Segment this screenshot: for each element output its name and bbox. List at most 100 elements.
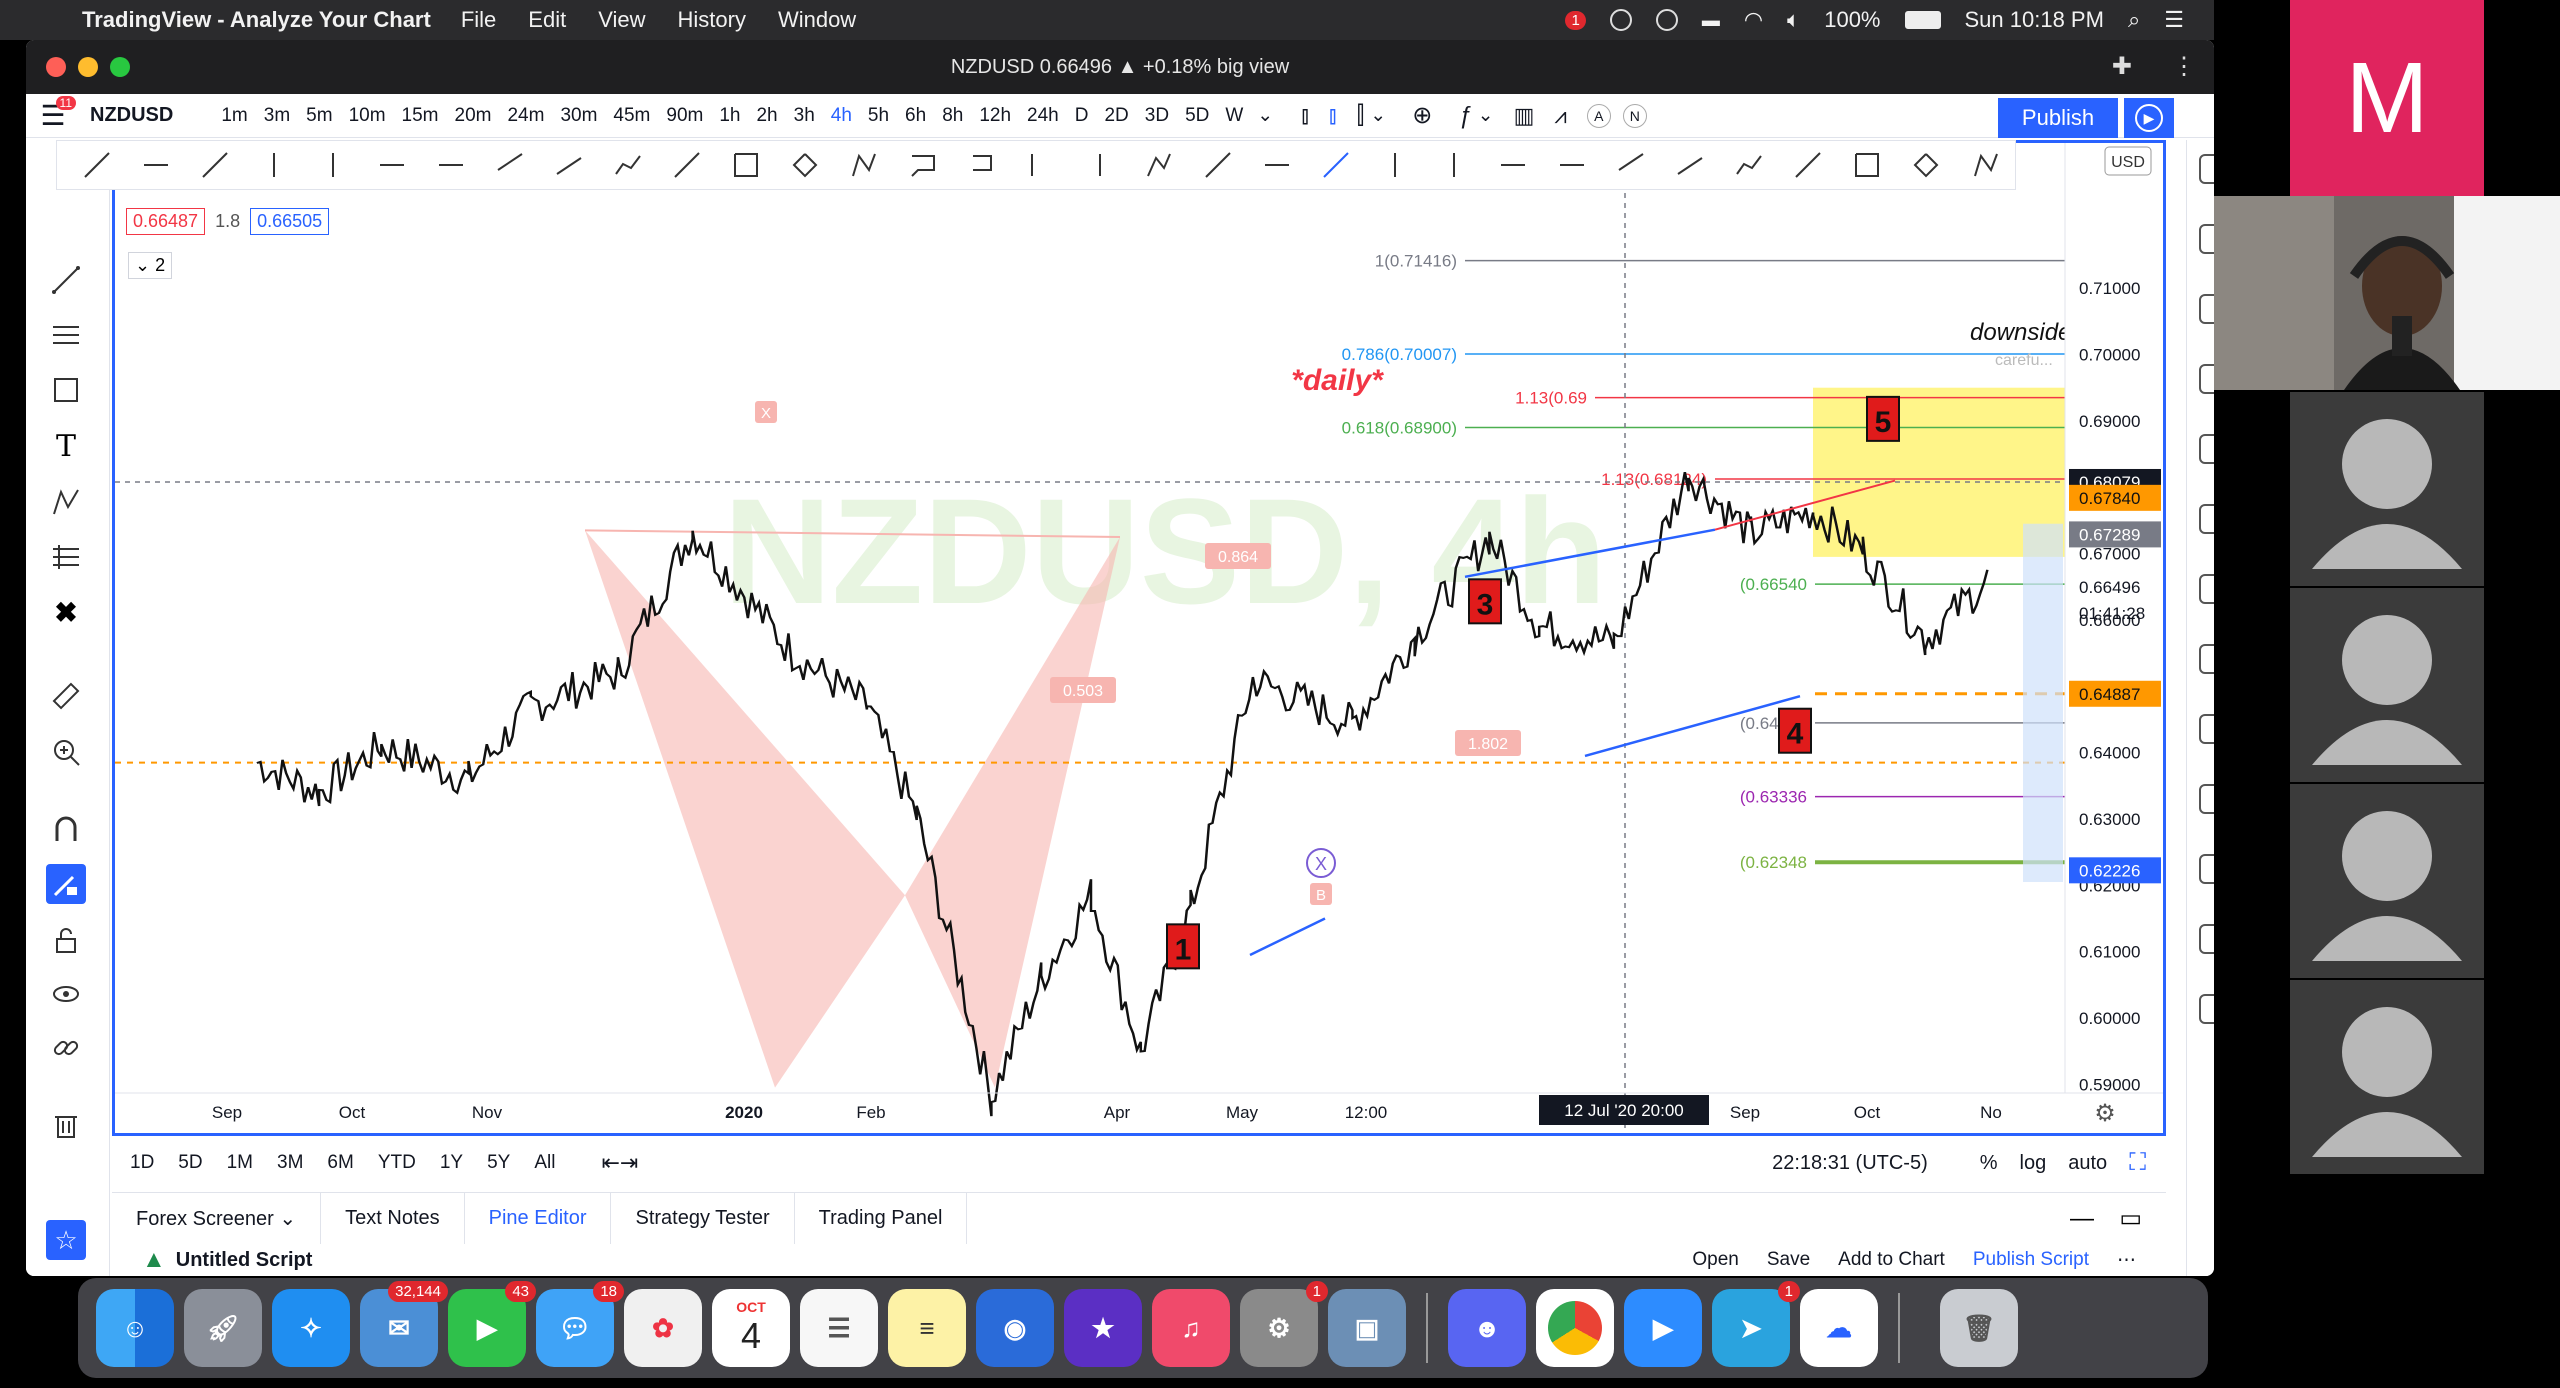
menu-file[interactable]: File [461,7,496,33]
ideas-icon[interactable] [2199,504,2214,534]
extensions-icon[interactable]: ✚ [2112,52,2132,81]
arrow-tool-icon[interactable] [657,145,716,185]
creative-cloud-icon[interactable] [1609,9,1632,31]
templates-icon[interactable]: ⩘ [1554,103,1566,129]
reminders-icon[interactable]: ☰ [800,1289,878,1367]
zoom-in-icon[interactable] [46,732,86,772]
fib-tool-icon[interactable] [46,316,86,356]
ellipse-tool-icon[interactable] [775,145,834,185]
indicators-icon[interactable]: ƒ [1458,102,1471,130]
zoom-app-icon[interactable]: ▶ [1624,1289,1702,1367]
elliott-impulse-tool-icon[interactable] [1602,145,1661,185]
music-icon[interactable]: ♫ [1152,1289,1230,1367]
interval-d[interactable]: D [1067,105,1097,127]
flag-tool-icon[interactable] [1012,145,1071,185]
callout-tool-icon[interactable] [893,145,952,185]
interval-2d[interactable]: 2D [1096,105,1136,127]
volume-icon[interactable]: 🔈︎ [1787,7,1800,33]
trend-line-tool-icon[interactable] [67,145,126,185]
horizontal-ray-tool-icon[interactable] [126,145,185,185]
financials-icon[interactable]: ▥ [1514,103,1535,129]
prediction-tool-icon[interactable] [46,536,86,576]
interval-8h[interactable]: 8h [934,105,971,127]
link-icon[interactable] [46,1028,86,1068]
range-3m[interactable]: 3M [265,1152,315,1174]
quicktime-icon[interactable]: ◉ [976,1289,1054,1367]
chart-type-dropdown-icon[interactable]: ⌄ [1370,104,1386,127]
discord-icon[interactable]: ☻ [1448,1289,1526,1367]
range-5d[interactable]: 5D [166,1152,214,1174]
zoom-icon[interactable] [110,57,130,77]
order-panel-icon[interactable] [2199,784,2214,814]
rectangle-tool-icon[interactable] [716,145,775,185]
interval-15m[interactable]: 15m [394,105,447,127]
more-icon[interactable]: ⋮ [2172,52,2196,81]
pattern-tool-icon[interactable] [46,482,86,522]
chart-style-active-icon[interactable]: ⫾ [1329,102,1337,130]
photos-icon[interactable]: ✿ [624,1289,702,1367]
control-center-icon[interactable]: ☰ [2164,7,2184,33]
menu-view[interactable]: View [598,7,645,33]
crossline-tool-icon[interactable] [1307,145,1366,185]
percent-toggle[interactable]: % [1980,1152,1998,1175]
finder-icon[interactable]: ☺ [96,1289,174,1367]
safari-icon[interactable]: ✧ [272,1289,350,1367]
publish-button[interactable]: Publish [1998,98,2118,138]
head-shoulders-tool-icon[interactable] [1543,145,1602,185]
cypher-pattern-tool-icon[interactable] [1484,145,1543,185]
vertical-line-tool-icon[interactable] [303,145,362,185]
interval-30m[interactable]: 30m [552,105,605,127]
range-5y[interactable]: 5Y [475,1152,522,1174]
date-range-icon[interactable]: ⇤⇥ [601,1150,638,1176]
preview-icon[interactable]: ▣ [1328,1289,1406,1367]
parallel-channel-tool-icon[interactable] [480,145,539,185]
participant-placeholder-2[interactable] [2290,588,2484,782]
interval-10m[interactable]: 10m [341,105,394,127]
minimize-icon[interactable] [78,57,98,77]
brush-tool-icon[interactable] [598,145,657,185]
imovie-star-icon[interactable]: ★ [1064,1289,1142,1367]
shape-tool-icon[interactable] [46,370,86,410]
interval-6h[interactable]: 6h [897,105,934,127]
balloon-tool-icon[interactable] [952,145,1011,185]
vertical-cross-tool-icon[interactable] [244,145,303,185]
facetime-icon[interactable]: ▶ 43 [448,1281,536,1367]
watchlist-icon[interactable] [2199,154,2214,184]
interval-5m[interactable]: 5m [298,105,340,127]
maximize-panel-icon[interactable]: ▭ [2119,1204,2142,1233]
measure-tool-icon[interactable] [46,676,86,716]
trash-dock-icon[interactable]: 🗑︎ [1940,1289,2018,1367]
interval-24h[interactable]: 24h [1019,105,1067,127]
compare-icon[interactable]: ⊕ [1412,101,1432,130]
lock-icon[interactable] [46,920,86,960]
horizontal-line-tool-icon[interactable] [421,145,480,185]
tradingview-app-icon[interactable]: ☁ [1800,1289,1878,1367]
fib-retracement-tool-icon[interactable] [1189,145,1248,185]
minimize-panel-icon[interactable]: — [2070,1205,2094,1233]
legend-toggle[interactable]: ⌄ 2 [128,252,173,279]
notification-badge[interactable]: 1 [1565,10,1586,30]
clock[interactable]: Sun 10:18 PM [1965,7,2104,33]
launchpad-icon[interactable]: 🚀︎ [184,1289,262,1367]
notes-icon[interactable]: ≡ [888,1289,966,1367]
elliott-triangle-tool-icon[interactable] [1720,145,1779,185]
interval-1m[interactable]: 1m [213,105,255,127]
range-ytd[interactable]: YTD [366,1152,428,1174]
alerts-icon[interactable] [2199,224,2214,254]
participant-placeholder-3[interactable] [2290,784,2484,978]
abcd-pattern-tool-icon[interactable] [1425,145,1484,185]
date-range-tool-icon[interactable] [362,145,421,185]
tab-forex-screener[interactable]: Forex Screener ⌄ [112,1192,322,1245]
range-all[interactable]: All [522,1152,567,1174]
messages-icon[interactable]: 💬︎ 18 [536,1281,624,1367]
menu-history[interactable]: History [678,7,746,33]
interval-5d[interactable]: 5D [1177,105,1217,127]
chart-style-icon[interactable]: ⫾ [1301,102,1309,130]
polyline-tool-icon[interactable] [834,145,893,185]
app-name[interactable]: TradingView - Analyze Your Chart [82,7,431,33]
text-tool-icon[interactable] [1071,145,1130,185]
dom-icon[interactable] [2199,854,2214,884]
status-app-icon[interactable] [1655,9,1678,31]
symbol-search[interactable]: NZDUSD [90,104,173,127]
data-window-icon[interactable] [2199,294,2214,324]
